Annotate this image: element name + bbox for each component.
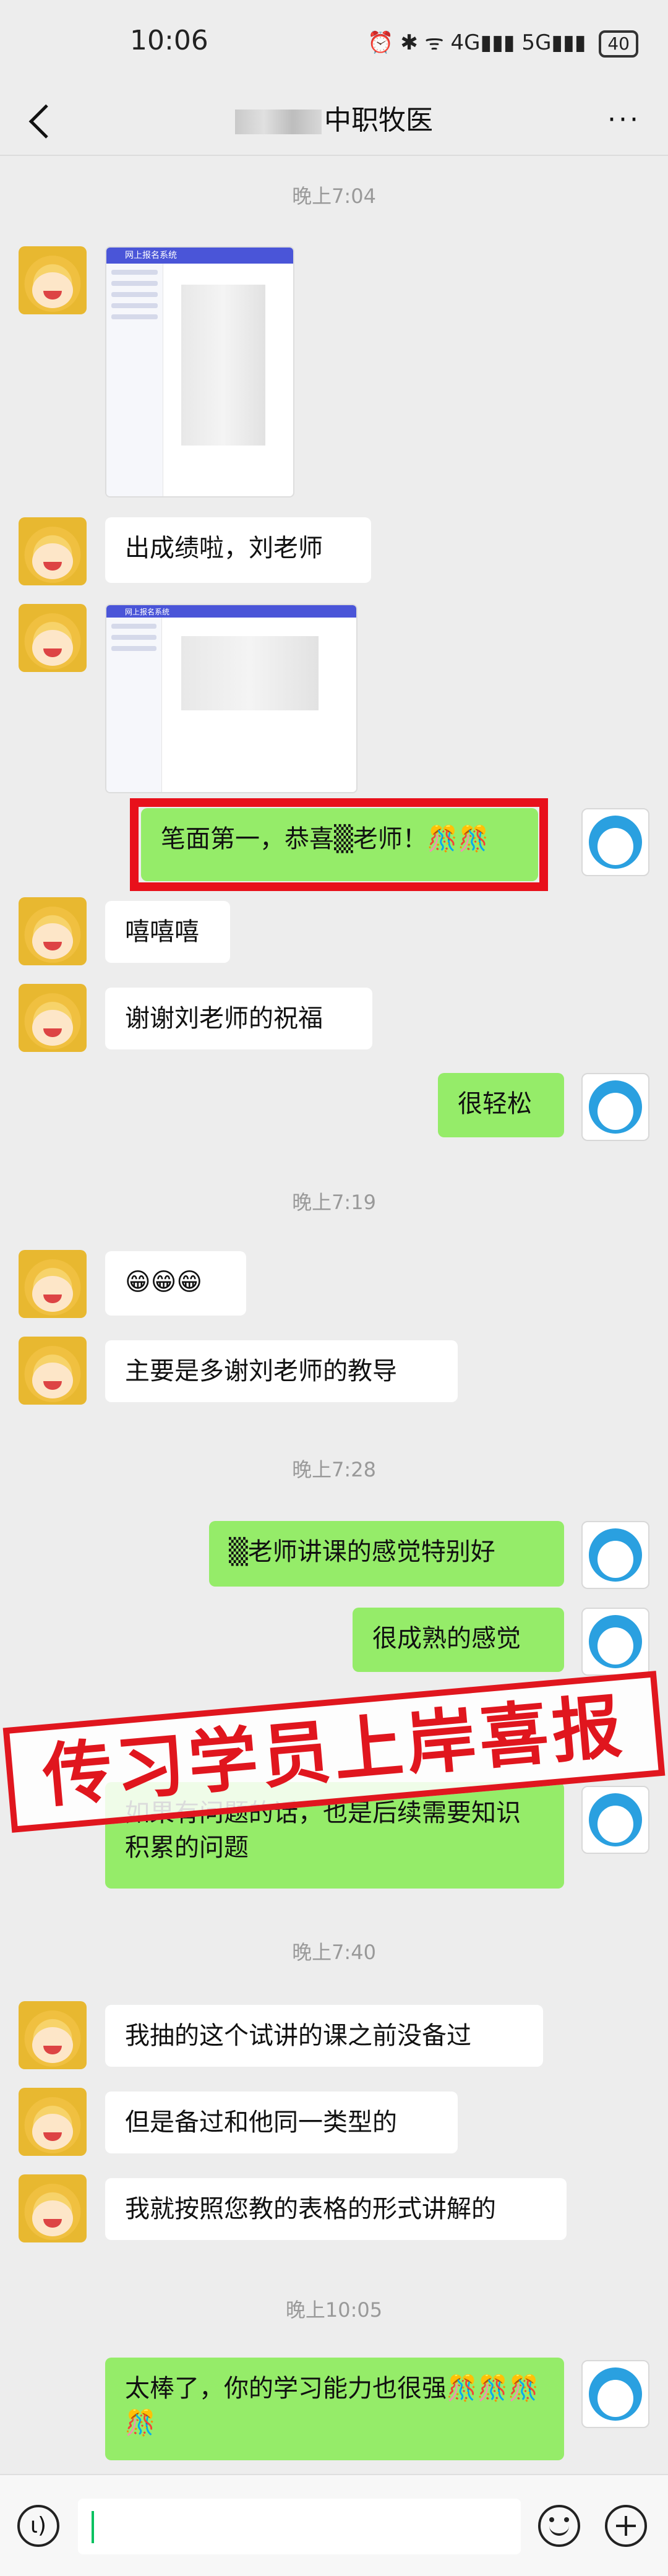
- avatar[interactable]: [19, 2088, 87, 2156]
- header-divider: [0, 155, 668, 156]
- timestamp: 晚上7:28: [292, 1458, 376, 1481]
- avatar[interactable]: [581, 808, 649, 876]
- status-icons: ⏰ ✱ ᯤ 4G▮▮▮ 5G▮▮▮ 40: [367, 27, 638, 58]
- avatar[interactable]: [581, 1073, 649, 1141]
- message-bubble[interactable]: 我就按照您教的表格的形式讲解的: [105, 2178, 567, 2240]
- avatar[interactable]: [19, 897, 87, 965]
- input-bar: ɩ): [0, 2474, 668, 2576]
- battery-icon: 40: [599, 30, 638, 58]
- message-bubble[interactable]: ▒老师讲课的感觉特别好: [209, 1521, 564, 1587]
- image-message[interactable]: 网上报名系统: [105, 604, 358, 793]
- message-bubble[interactable]: 太棒了，你的学习能力也很强🎊🎊🎊🎊: [105, 2358, 564, 2460]
- avatar[interactable]: [19, 246, 87, 314]
- more-icon[interactable]: ···: [607, 104, 641, 136]
- avatar[interactable]: [19, 1250, 87, 1318]
- avatar[interactable]: [581, 2360, 649, 2428]
- plus-icon[interactable]: [605, 2505, 647, 2547]
- message-bubble[interactable]: 😁😁😁: [105, 1251, 246, 1316]
- avatar[interactable]: [19, 604, 87, 672]
- timestamp: 晚上7:04: [292, 184, 376, 208]
- chat-header: 中职牧医 ···: [0, 87, 668, 155]
- signal-icons: ⏰ ✱ ᯤ 4G▮▮▮ 5G▮▮▮: [367, 30, 586, 55]
- message-bubble[interactable]: 出成绩啦，刘老师: [105, 517, 371, 583]
- message-bubble[interactable]: 谢谢刘老师的祝福: [105, 988, 372, 1049]
- timestamp: 晚上10:05: [285, 2298, 383, 2322]
- avatar[interactable]: [19, 2001, 87, 2069]
- screenshot-title: 网上报名系统: [125, 608, 170, 616]
- image-message[interactable]: 网上报名系统: [105, 246, 294, 498]
- avatar[interactable]: [581, 1786, 649, 1854]
- voice-icon[interactable]: ɩ): [17, 2505, 59, 2547]
- avatar[interactable]: [19, 1337, 87, 1405]
- avatar[interactable]: [19, 517, 87, 585]
- message-bubble[interactable]: 但是备过和他同一类型的: [105, 2091, 458, 2153]
- status-time: 10:06: [130, 25, 208, 56]
- avatar[interactable]: [19, 2174, 87, 2242]
- blurred-name: [235, 110, 322, 134]
- timestamp: 晚上7:40: [292, 1941, 376, 1964]
- chat-title: 中职牧医: [0, 98, 668, 137]
- avatar[interactable]: [19, 984, 87, 1052]
- screenshot-title: 网上报名系统: [125, 251, 177, 261]
- message-bubble[interactable]: 很轻松: [438, 1073, 564, 1137]
- message-bubble[interactable]: 我抽的这个试讲的课之前没备过: [105, 2005, 543, 2067]
- avatar[interactable]: [581, 1521, 649, 1589]
- message-bubble[interactable]: 嘻嘻嘻: [105, 901, 230, 963]
- status-bar: 10:06 ⏰ ✱ ᯤ 4G▮▮▮ 5G▮▮▮ 40: [0, 0, 668, 87]
- avatar[interactable]: [581, 1608, 649, 1676]
- highlight-frame: [130, 798, 548, 891]
- message-bubble[interactable]: 主要是多谢刘老师的教导: [105, 1340, 458, 1402]
- text-cursor: [92, 2511, 94, 2543]
- message-bubble[interactable]: 很成熟的感觉: [353, 1608, 564, 1672]
- emoji-icon[interactable]: [538, 2505, 580, 2547]
- timestamp: 晚上7:19: [292, 1191, 376, 1214]
- message-input[interactable]: [78, 2499, 521, 2554]
